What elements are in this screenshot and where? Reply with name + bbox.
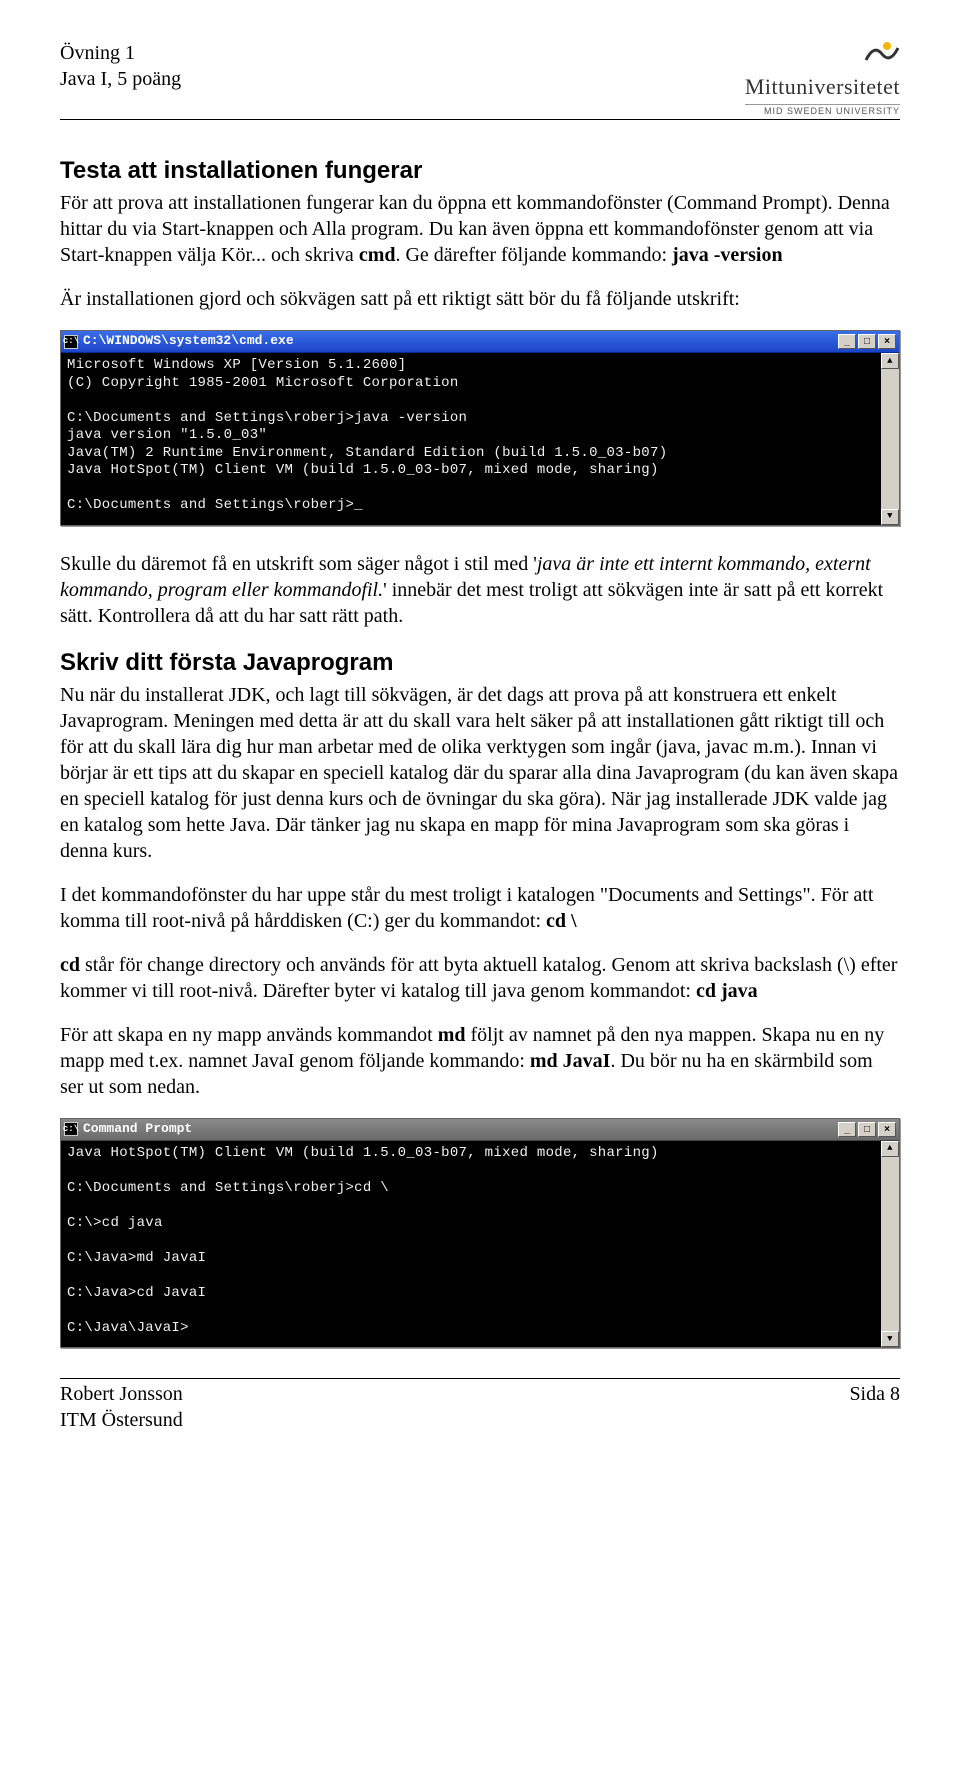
cmd2-titlebar: c:\ Command Prompt _ □ × xyxy=(61,1119,899,1141)
section-heading-first-program: Skriv ditt första Javaprogram xyxy=(60,647,900,678)
cd-explanation-paragraph: cd står för change directory och används… xyxy=(60,952,900,1004)
author-name: Robert Jonsson xyxy=(60,1381,183,1407)
logo-icon xyxy=(864,40,900,71)
close-button[interactable]: × xyxy=(878,334,896,349)
course-name: Java I, 5 poäng xyxy=(60,66,181,92)
first-program-paragraph: Nu när du installerat JDK, och lagt till… xyxy=(60,682,900,864)
department: ITM Östersund xyxy=(60,1407,183,1433)
window-buttons: _ □ × xyxy=(838,334,896,349)
close-button[interactable]: × xyxy=(878,1122,896,1137)
cmd2-body: Java HotSpot(TM) Client VM (build 1.5.0_… xyxy=(61,1141,899,1348)
cmd-icon: c:\ xyxy=(64,1122,78,1136)
page-number: Sida 8 xyxy=(849,1381,900,1433)
md-explanation-paragraph: För att skapa en ny mapp används kommand… xyxy=(60,1022,900,1100)
page-footer: Robert Jonsson ITM Östersund Sida 8 xyxy=(60,1378,900,1433)
logo-text: Mittuniversitetet xyxy=(745,73,900,102)
cmd2-title-text: Command Prompt xyxy=(83,1121,192,1138)
scroll-down-icon[interactable]: ▼ xyxy=(881,509,899,525)
cmd1-body: Microsoft Windows XP [Version 5.1.2600] … xyxy=(61,353,899,525)
page-header: Övning 1 Java I, 5 poäng Mittuniversitet… xyxy=(60,40,900,120)
command-prompt-window-1: c:\ C:\WINDOWS\system32\cmd.exe _ □ × Mi… xyxy=(60,330,900,525)
minimize-button[interactable]: _ xyxy=(838,334,856,349)
university-logo: Mittuniversitetet MID SWEDEN UNIVERSITY xyxy=(745,40,900,117)
header-left: Övning 1 Java I, 5 poäng xyxy=(60,40,181,92)
intro-paragraph-2: Är installationen gjord och sökvägen sat… xyxy=(60,286,900,312)
footer-left: Robert Jonsson ITM Östersund xyxy=(60,1381,183,1433)
cmd1-titlebar: c:\ C:\WINDOWS\system32\cmd.exe _ □ × xyxy=(61,331,899,353)
section-heading-test-installation: Testa att installationen fungerar xyxy=(60,155,900,186)
course-exercise: Övning 1 xyxy=(60,40,181,66)
intro-paragraph-1: För att prova att installationen fungera… xyxy=(60,190,900,268)
minimize-button[interactable]: _ xyxy=(838,1122,856,1137)
scroll-up-icon[interactable]: ▲ xyxy=(881,1141,899,1157)
root-nav-paragraph: I det kommandofönster du har uppe står d… xyxy=(60,882,900,934)
scroll-up-icon[interactable]: ▲ xyxy=(881,353,899,369)
scroll-down-icon[interactable]: ▼ xyxy=(881,1331,899,1347)
cmd1-title-text: C:\WINDOWS\system32\cmd.exe xyxy=(83,333,294,350)
logo-subtitle: MID SWEDEN UNIVERSITY xyxy=(745,104,900,118)
command-prompt-window-2: c:\ Command Prompt _ □ × Java HotSpot(TM… xyxy=(60,1118,900,1348)
error-explanation-paragraph: Skulle du däremot få en utskrift som säg… xyxy=(60,551,900,629)
cmd-icon: c:\ xyxy=(64,335,78,349)
maximize-button[interactable]: □ xyxy=(858,1122,876,1137)
window-buttons: _ □ × xyxy=(838,1122,896,1137)
maximize-button[interactable]: □ xyxy=(858,334,876,349)
